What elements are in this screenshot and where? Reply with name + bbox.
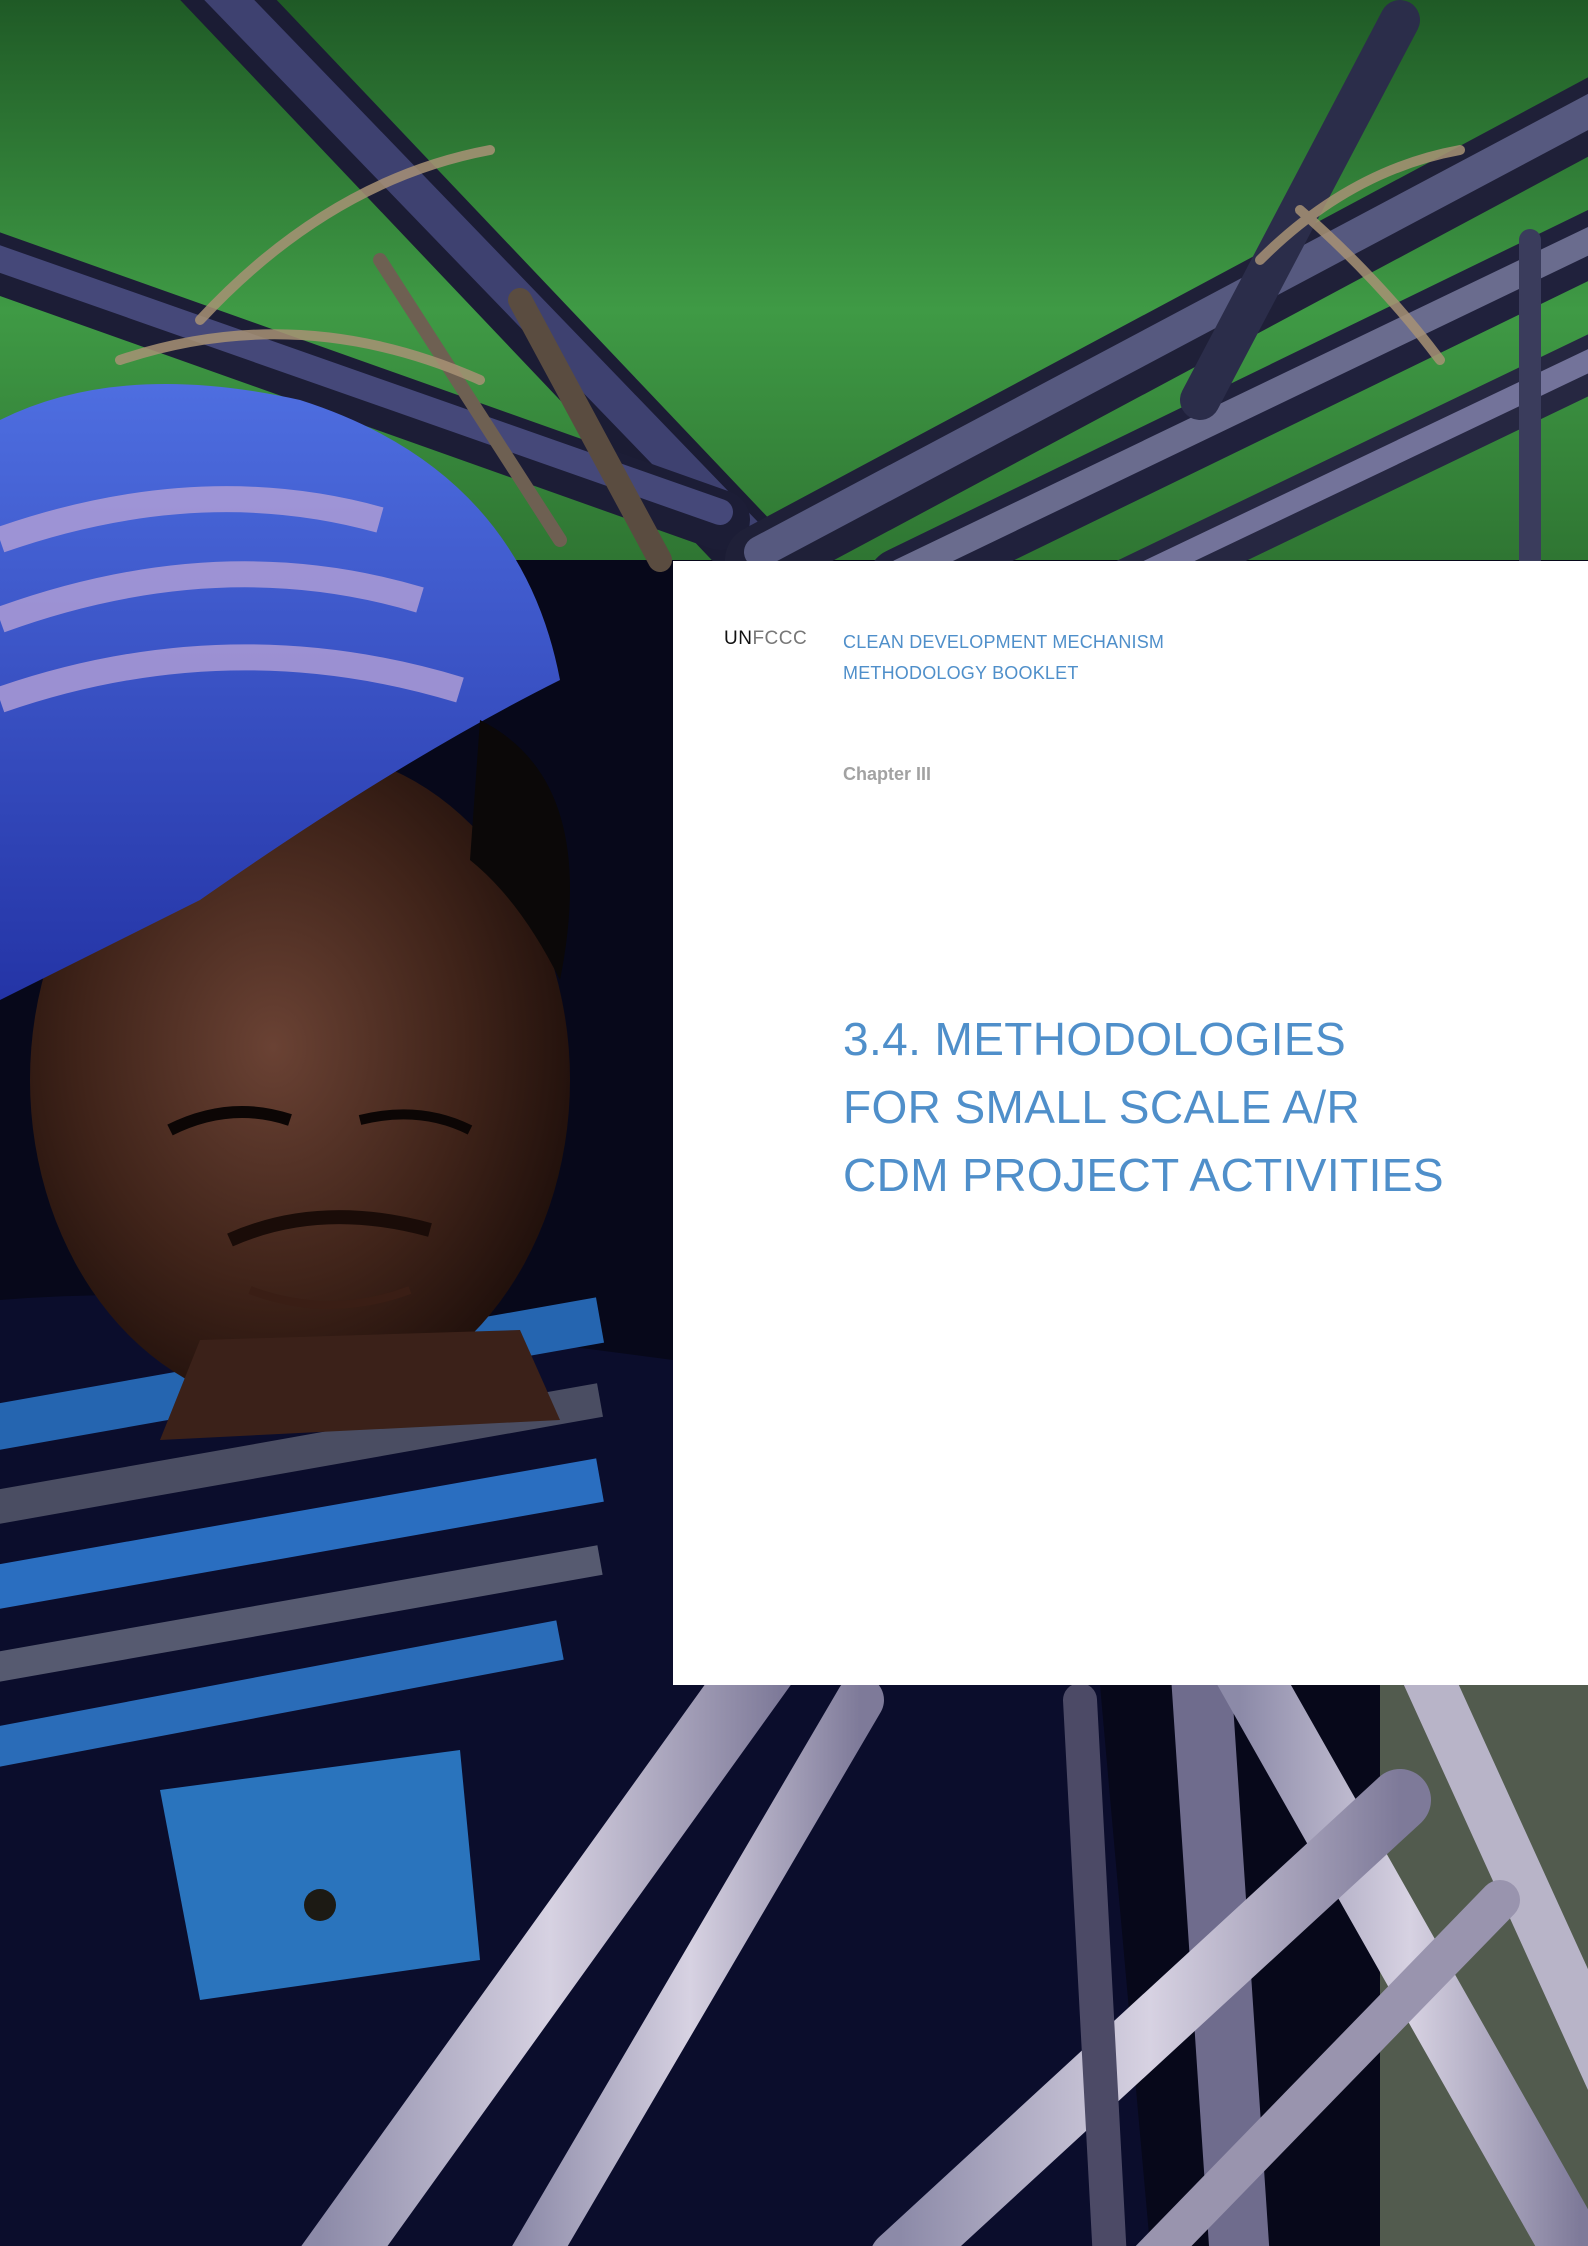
logo-un: UN [724,628,753,649]
title-line-3: CDM PROJECT ACTIVITIES [843,1149,1444,1201]
title-line-2: FOR SMALL SCALE A/R [843,1081,1361,1133]
chapter-title: 3.4. METHODOLOGIES FOR SMALL SCALE A/R C… [843,1005,1444,1209]
header-line-1: CLEAN DEVELOPMENT MECHANISM [843,632,1165,652]
header-line-2: METHODOLOGY BOOKLET [843,663,1079,683]
cover-page: UNFCCC CLEAN DEVELOPMENT MECHANISM METHO… [0,0,1588,2246]
logo-fccc: FCCC [752,628,808,649]
booklet-header: CLEAN DEVELOPMENT MECHANISM METHODOLOGY … [843,627,1164,689]
unfccc-logo: UNFCCC [724,629,807,648]
title-line-1: 3.4. METHODOLOGIES [843,1013,1347,1065]
title-panel: UNFCCC CLEAN DEVELOPMENT MECHANISM METHO… [673,561,1588,1685]
chapter-label: Chapter III [843,764,932,784]
